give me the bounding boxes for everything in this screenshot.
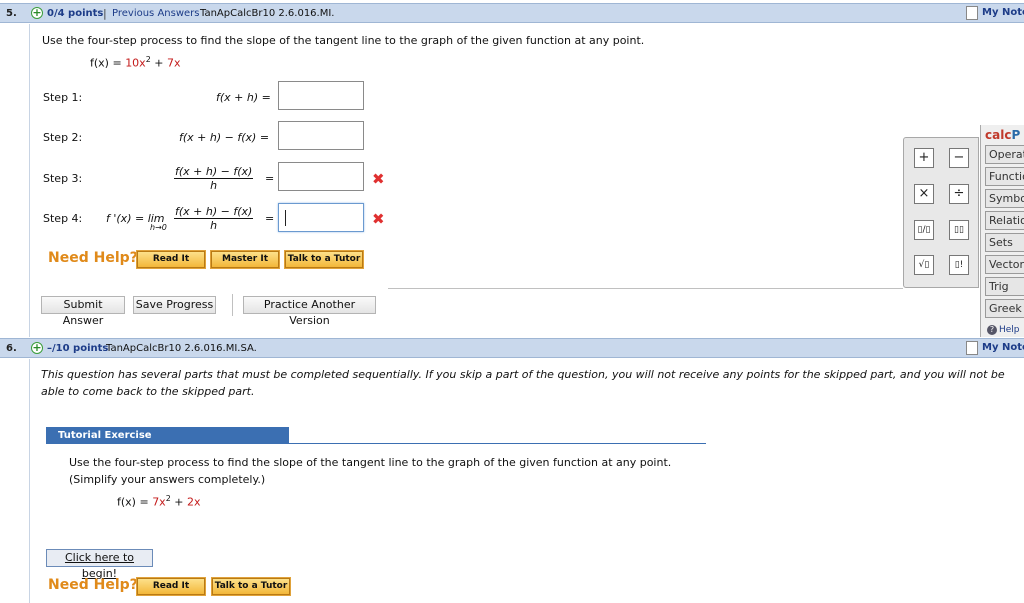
left-rule <box>29 24 30 337</box>
left-rule <box>29 359 30 603</box>
expand-icon[interactable]: + <box>31 7 43 19</box>
step3-answer-input[interactable] <box>278 162 364 191</box>
calcpad-panel: calcP Operations Functions Symbols Relat… <box>980 125 1024 337</box>
need-help-label: Need Help? <box>48 577 138 593</box>
step4-answer-input[interactable] <box>278 203 364 232</box>
calcpad-title-calc: calc <box>985 128 1012 142</box>
function-definition: f(x) = 10x2 + 7x <box>90 55 181 70</box>
step2-label: Step 2: <box>43 131 83 144</box>
talk-to-tutor-button[interactable]: Talk to a Tutor <box>211 577 291 596</box>
calcpad-title-p: P <box>1011 128 1021 142</box>
step4-equals: = <box>265 212 275 225</box>
my-notes-label[interactable]: My Notes <box>982 342 1024 353</box>
calcpad-title: calcP <box>985 128 1020 142</box>
step4-denominator: h <box>210 219 218 232</box>
help-icon: ? <box>987 325 997 335</box>
question-number: 5. <box>6 8 17 19</box>
function-coef: 7x <box>152 495 166 509</box>
submit-answer-button[interactable]: Submit Answer <box>41 296 125 327</box>
tab-sets[interactable]: Sets <box>985 233 1024 252</box>
read-it-button[interactable]: Read It <box>136 577 206 596</box>
expand-icon[interactable]: + <box>31 342 43 354</box>
step4-numerator: f(x + h) − f(x) <box>174 205 254 219</box>
section-divider <box>388 288 903 289</box>
points-label: 0/4 points <box>47 8 104 19</box>
separator: | <box>103 7 107 20</box>
my-notes-label[interactable]: My Notes <box>982 7 1024 18</box>
tutorial-header-rule <box>289 443 706 444</box>
step3-label: Step 3: <box>43 172 83 185</box>
divide-button[interactable]: ÷ <box>949 184 969 204</box>
need-help-label: Need Help? <box>48 250 138 266</box>
step1-expression: f(x + h) = <box>216 91 271 104</box>
step2-answer-input[interactable] <box>278 121 364 150</box>
function-definition: f(x) = 7x2 + 2x <box>117 494 201 509</box>
question-source: TanApCalcBr10 2.6.016.MI.SA. <box>106 343 257 354</box>
step4-fraction: f(x + h) − f(x) h <box>174 205 254 232</box>
function-term: 7x <box>167 56 181 70</box>
question-number: 6. <box>6 343 17 354</box>
minus-button[interactable]: − <box>949 148 969 168</box>
calcpad-keypad: + − × ÷ ▯/▯ ▯▯ √▯ ▯! <box>903 137 979 288</box>
tab-vectors[interactable]: Vectors <box>985 255 1024 274</box>
function-plus: + <box>170 495 188 509</box>
times-button[interactable]: × <box>914 184 934 204</box>
talk-to-tutor-button[interactable]: Talk to a Tutor <box>284 250 364 269</box>
fraction-button[interactable]: ▯/▯ <box>914 220 934 240</box>
factorial-button[interactable]: ▯! <box>949 255 969 275</box>
function-lhs: f(x) = <box>90 56 126 70</box>
question-instruction: Use the four-step process to find the sl… <box>42 34 645 47</box>
question-instruction: Use the four-step process to find the sl… <box>69 456 672 469</box>
function-term: 2x <box>187 495 201 509</box>
text-caret <box>285 210 286 226</box>
tab-trig[interactable]: Trig <box>985 277 1024 296</box>
step3-numerator: f(x + h) − f(x) <box>174 165 254 179</box>
question-instruction-note: (Simplify your answers completely.) <box>69 473 266 486</box>
question-source: TanApCalcBr10 2.6.016.MI. <box>200 8 335 19</box>
tab-greek[interactable]: Greek <box>985 299 1024 318</box>
read-it-button[interactable]: Read It <box>136 250 206 269</box>
question-5-header: 5. + 0/4 points | Previous Answers TanAp… <box>0 3 1024 23</box>
step3-fraction: f(x + h) − f(x) h <box>174 165 254 192</box>
step1-answer-input[interactable] <box>278 81 364 110</box>
incorrect-icon: ✖ <box>372 170 385 188</box>
button-divider <box>232 294 233 316</box>
points-label: –/10 points <box>47 343 109 354</box>
save-progress-button[interactable]: Save Progress <box>133 296 216 314</box>
previous-answers-link[interactable]: Previous Answers <box>112 8 199 19</box>
function-lhs: f(x) = <box>117 495 153 509</box>
plus-button[interactable]: + <box>914 148 934 168</box>
tab-relations[interactable]: Relations <box>985 211 1024 230</box>
master-it-button[interactable]: Master It <box>210 250 280 269</box>
tab-functions[interactable]: Functions <box>985 167 1024 186</box>
step1-label: Step 1: <box>43 91 83 104</box>
superscript-button[interactable]: ▯▯ <box>949 220 969 240</box>
step4-label: Step 4: <box>43 212 83 225</box>
click-to-begin-button[interactable]: Click here to begin! <box>46 549 153 580</box>
function-plus: + <box>150 56 168 70</box>
notes-checkbox-icon[interactable] <box>966 6 978 20</box>
notes-checkbox-icon[interactable] <box>966 341 978 355</box>
question-6-header: 6. + –/10 points TanApCalcBr10 2.6.016.M… <box>0 338 1024 358</box>
help-label[interactable]: Help <box>999 325 1020 335</box>
function-coef: 10x <box>125 56 146 70</box>
step2-expression: f(x + h) − f(x) = <box>179 131 270 144</box>
sqrt-button[interactable]: √▯ <box>914 255 934 275</box>
calcpad-help-link[interactable]: ? Help <box>987 325 1020 335</box>
my-notes-toggle[interactable]: My Notes <box>966 340 1024 356</box>
tab-symbols[interactable]: Symbols <box>985 189 1024 208</box>
practice-another-version-button[interactable]: Practice Another Version <box>243 296 376 327</box>
sequential-notice: This question has several parts that mus… <box>41 368 1005 398</box>
tab-operations[interactable]: Operations <box>985 145 1024 164</box>
incorrect-icon: ✖ <box>372 210 385 228</box>
my-notes-toggle[interactable]: My Notes <box>966 5 1024 21</box>
step3-equals: = <box>265 172 275 185</box>
step4-limit-subscript: h→0 <box>150 223 167 232</box>
step3-denominator: h <box>210 179 218 192</box>
tutorial-exercise-header: Tutorial Exercise <box>46 427 289 444</box>
